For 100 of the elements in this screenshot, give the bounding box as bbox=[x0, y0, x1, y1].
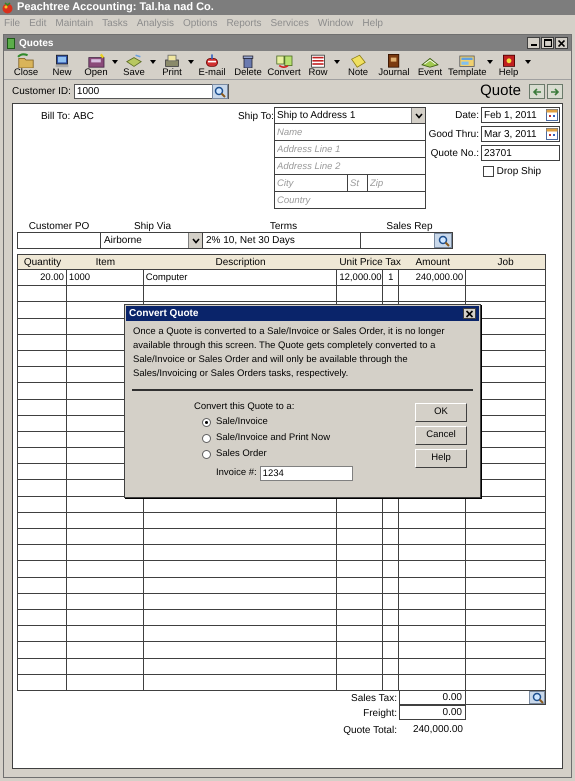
window-title: Quotes bbox=[19, 36, 54, 50]
toolbar-button[interactable]: Close bbox=[8, 52, 44, 79]
field-label: Quote Total: bbox=[342, 724, 398, 738]
close-icon bbox=[558, 40, 565, 46]
field-label: Freight: bbox=[362, 706, 398, 721]
text-field[interactable]: 23701 bbox=[481, 145, 560, 161]
field-label: Date: bbox=[455, 108, 479, 122]
table-cell: Computer bbox=[144, 270, 338, 286]
dialog-button[interactable]: Help bbox=[415, 449, 467, 468]
tax-code-field[interactable] bbox=[466, 690, 546, 706]
column-header: Tax bbox=[384, 256, 400, 269]
toolbar-button[interactable]: Print bbox=[156, 52, 194, 79]
radio-option[interactable]: Sale/Invoice bbox=[194, 414, 415, 430]
column-header: Amount bbox=[414, 256, 451, 269]
checkbox[interactable] bbox=[482, 166, 494, 177]
search-button[interactable] bbox=[434, 233, 452, 248]
dialog-message: Once a Quote is converted to a Sale/Invoice or Sales Order, it is no longer available through this screen. The Quote gets completely converted to a Sale/Invoice or Sales Order and will only be available through the Sales/Invoicing or Sales Orders tasks, respectively. bbox=[132, 325, 446, 381]
column-label: Terms bbox=[270, 221, 298, 232]
customer-id-field[interactable]: 1000 bbox=[74, 84, 229, 99]
toolbar-button[interactable]: Note bbox=[340, 52, 376, 79]
toolbar-button[interactable]: Help bbox=[492, 52, 531, 79]
address-field[interactable]: Name bbox=[275, 124, 425, 140]
toolbar-button[interactable]: Save bbox=[118, 52, 156, 79]
table-cell: 12,000.00 bbox=[337, 270, 384, 286]
next-button[interactable] bbox=[547, 84, 563, 99]
dialog-button[interactable]: OK bbox=[415, 403, 467, 422]
address-field[interactable]: Zip bbox=[368, 175, 425, 191]
table-cell: 1 bbox=[383, 270, 400, 286]
search-icon bbox=[530, 691, 544, 704]
address-field[interactable]: City bbox=[275, 175, 348, 191]
calendar-icon[interactable] bbox=[546, 109, 558, 121]
search-button[interactable] bbox=[529, 691, 545, 704]
column-header: Unit Price bbox=[338, 256, 384, 269]
radio-option[interactable]: Sales Order bbox=[194, 446, 415, 462]
dropdown-button[interactable] bbox=[411, 108, 425, 123]
close-button[interactable] bbox=[555, 37, 568, 49]
checkbox-label: Drop Ship bbox=[496, 165, 542, 179]
table-cell: 1000 bbox=[66, 270, 144, 286]
bill-to-value: ABC bbox=[73, 110, 94, 124]
address-field[interactable]: Country bbox=[275, 192, 425, 208]
field-label: Ship To: bbox=[238, 110, 273, 124]
calendar-icon[interactable] bbox=[546, 128, 558, 140]
toolbar-button[interactable]: Delete bbox=[230, 52, 266, 79]
amount-field[interactable]: 0.00 bbox=[399, 690, 466, 706]
form-heading: Quote bbox=[480, 81, 521, 102]
radio-option[interactable]: Sale/Invoice and Print Now bbox=[194, 430, 415, 446]
field-label: Invoice #: bbox=[216, 466, 257, 480]
radio-button[interactable] bbox=[202, 418, 211, 426]
text-field[interactable]: 2% 10, Net 30 Days bbox=[202, 232, 361, 249]
maximize-icon bbox=[544, 39, 552, 47]
radio-button[interactable] bbox=[202, 450, 211, 458]
ship-to-dropdown[interactable]: Ship to Address 1 bbox=[275, 108, 425, 124]
date-field[interactable]: Feb 1, 2011 bbox=[481, 107, 560, 123]
text-field[interactable] bbox=[17, 232, 101, 249]
chevron-down-icon bbox=[414, 112, 422, 118]
toolbar-button[interactable]: Convert bbox=[266, 52, 302, 79]
toolbar-button[interactable]: Journal bbox=[376, 52, 412, 79]
search-icon bbox=[213, 85, 226, 98]
table-cell: 20.00 bbox=[18, 270, 67, 286]
maximize-button[interactable] bbox=[541, 37, 554, 49]
total-value: 240,000.00 bbox=[412, 722, 464, 737]
invoice-number-field[interactable]: 1234 bbox=[260, 466, 353, 481]
prompt-text: Convert this Quote to a: bbox=[194, 400, 296, 414]
radio-button[interactable] bbox=[202, 434, 211, 442]
table-cell: 240,000.00 bbox=[399, 270, 466, 286]
toolbar-button[interactable]: Template bbox=[448, 52, 493, 79]
search-icon bbox=[436, 234, 450, 247]
toolbar-button[interactable]: Event bbox=[412, 52, 448, 79]
dialog-button[interactable]: Cancel bbox=[415, 426, 467, 445]
address-field[interactable]: St bbox=[348, 175, 368, 191]
field-label: Quote No.: bbox=[430, 146, 479, 160]
toolbar-button[interactable]: New bbox=[44, 52, 80, 79]
close-button[interactable] bbox=[463, 308, 476, 319]
field-label: Customer ID: bbox=[12, 85, 71, 99]
minimize-button[interactable] bbox=[527, 37, 540, 49]
previous-button[interactable] bbox=[529, 84, 545, 99]
dialog-title: Convert Quote bbox=[129, 307, 198, 321]
arrow-left-icon bbox=[532, 88, 542, 96]
close-icon bbox=[465, 310, 474, 318]
minimize-icon bbox=[530, 44, 536, 46]
date-field[interactable]: Mar 3, 2011 bbox=[481, 126, 560, 142]
column-header: Quantity bbox=[22, 256, 62, 269]
toolbar-button[interactable]: Row bbox=[302, 52, 340, 79]
column-header: Description bbox=[214, 256, 267, 269]
search-button[interactable] bbox=[212, 84, 228, 99]
dropdown-field[interactable]: Airborne bbox=[100, 232, 203, 249]
column-header: Job bbox=[466, 255, 546, 269]
lookup-field[interactable] bbox=[360, 232, 453, 249]
toolbar-button[interactable]: E-mail bbox=[194, 52, 230, 79]
column-label: Customer PO bbox=[28, 221, 90, 232]
amount-field[interactable]: 0.00 bbox=[399, 705, 466, 720]
arrow-right-icon bbox=[550, 88, 560, 96]
column-label: Sales Rep bbox=[386, 221, 433, 232]
document-icon bbox=[7, 38, 15, 48]
field-label: Good Thru: bbox=[428, 128, 479, 142]
column-header: Item bbox=[94, 256, 116, 269]
chevron-down-icon bbox=[192, 238, 200, 244]
peach-logo-icon bbox=[1, 1, 14, 14]
toolbar-button[interactable]: Open bbox=[80, 52, 118, 79]
dropdown-button[interactable] bbox=[188, 233, 202, 248]
